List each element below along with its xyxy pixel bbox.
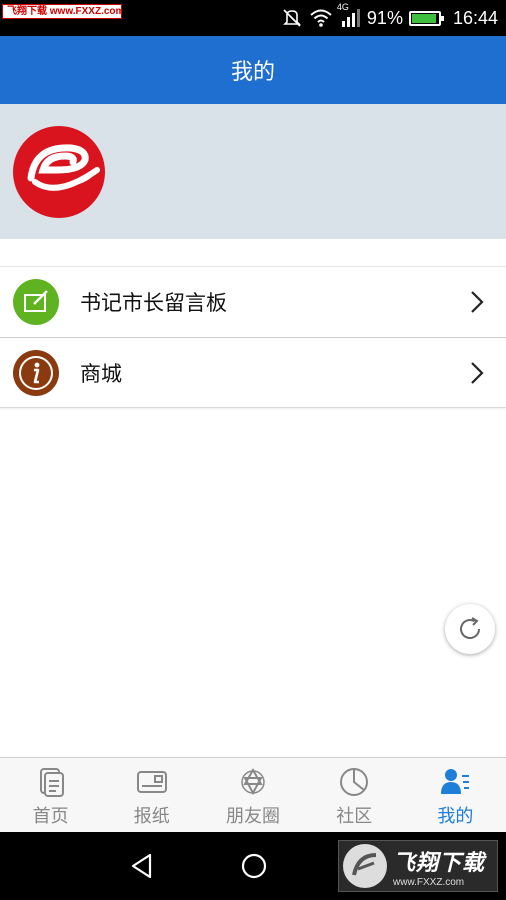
watermark-top: 飞翔下载 www.FXXZ.com — [2, 4, 122, 19]
title-bar: 我的 — [0, 36, 506, 104]
battery-icon — [408, 10, 444, 26]
status-bar: 飞翔下载 www.FXXZ.com 4G 91% 16:44 — [0, 0, 506, 36]
status-icons: 4G 91% 16:44 — [281, 0, 498, 36]
tab-label: 首页 — [32, 806, 69, 827]
newspaper-icon — [136, 771, 167, 793]
home-icon[interactable] — [240, 852, 268, 880]
tab-newspaper[interactable]: 报纸 — [101, 758, 202, 832]
info-icon — [13, 350, 59, 396]
tab-community[interactable]: 社区 — [304, 758, 405, 832]
edit-note-icon — [13, 279, 59, 325]
menu-item-label: 商城 — [80, 361, 122, 386]
network-type: 4G — [336, 2, 349, 12]
signal-icon: 4G — [337, 2, 361, 28]
back-icon[interactable] — [128, 852, 156, 880]
bottom-tab-bar: 首页 报纸 朋友圈 社区 我的 — [0, 757, 506, 832]
tab-label: 我的 — [437, 806, 474, 827]
menu-item-mall[interactable]: 商城 — [0, 337, 506, 407]
watermark-title: 飞翔下载 — [393, 849, 486, 875]
tab-mine[interactable]: 我的 — [405, 758, 506, 832]
mute-icon — [281, 7, 303, 29]
tab-label: 朋友圈 — [226, 806, 280, 827]
refresh-icon — [460, 617, 480, 639]
battery-percent: 91% — [366, 7, 403, 28]
menu-item-message-board[interactable]: 书记市长留言板 — [0, 267, 506, 337]
tab-label: 社区 — [336, 806, 373, 827]
user-list-icon — [441, 769, 470, 794]
tab-home[interactable]: 首页 — [0, 758, 101, 832]
wifi-icon — [309, 8, 333, 28]
battery-fill — [411, 13, 436, 23]
document-icon — [39, 768, 64, 797]
menu-item-label: 书记市长留言板 — [80, 291, 227, 315]
menu-list: 书记市长留言板 商城 — [0, 266, 506, 408]
chevron-right-icon — [471, 291, 484, 313]
chevron-right-icon — [471, 362, 484, 384]
app-logo-icon[interactable] — [13, 126, 105, 218]
page-title: 我的 — [230, 60, 275, 85]
refresh-button[interactable] — [445, 604, 495, 654]
watermark-logo-icon — [343, 844, 387, 888]
tab-label: 报纸 — [133, 806, 170, 827]
watermark-bottom: 飞翔下载 www.FXXZ.com — [338, 840, 498, 892]
clock: 16:44 — [452, 7, 498, 28]
profile-header — [0, 104, 506, 239]
tab-friends-circle[interactable]: 朋友圈 — [202, 758, 303, 832]
friends-circle-icon — [241, 767, 265, 796]
watermark-url: www.FXXZ.com — [393, 876, 465, 888]
pie-chart-icon — [340, 768, 369, 796]
